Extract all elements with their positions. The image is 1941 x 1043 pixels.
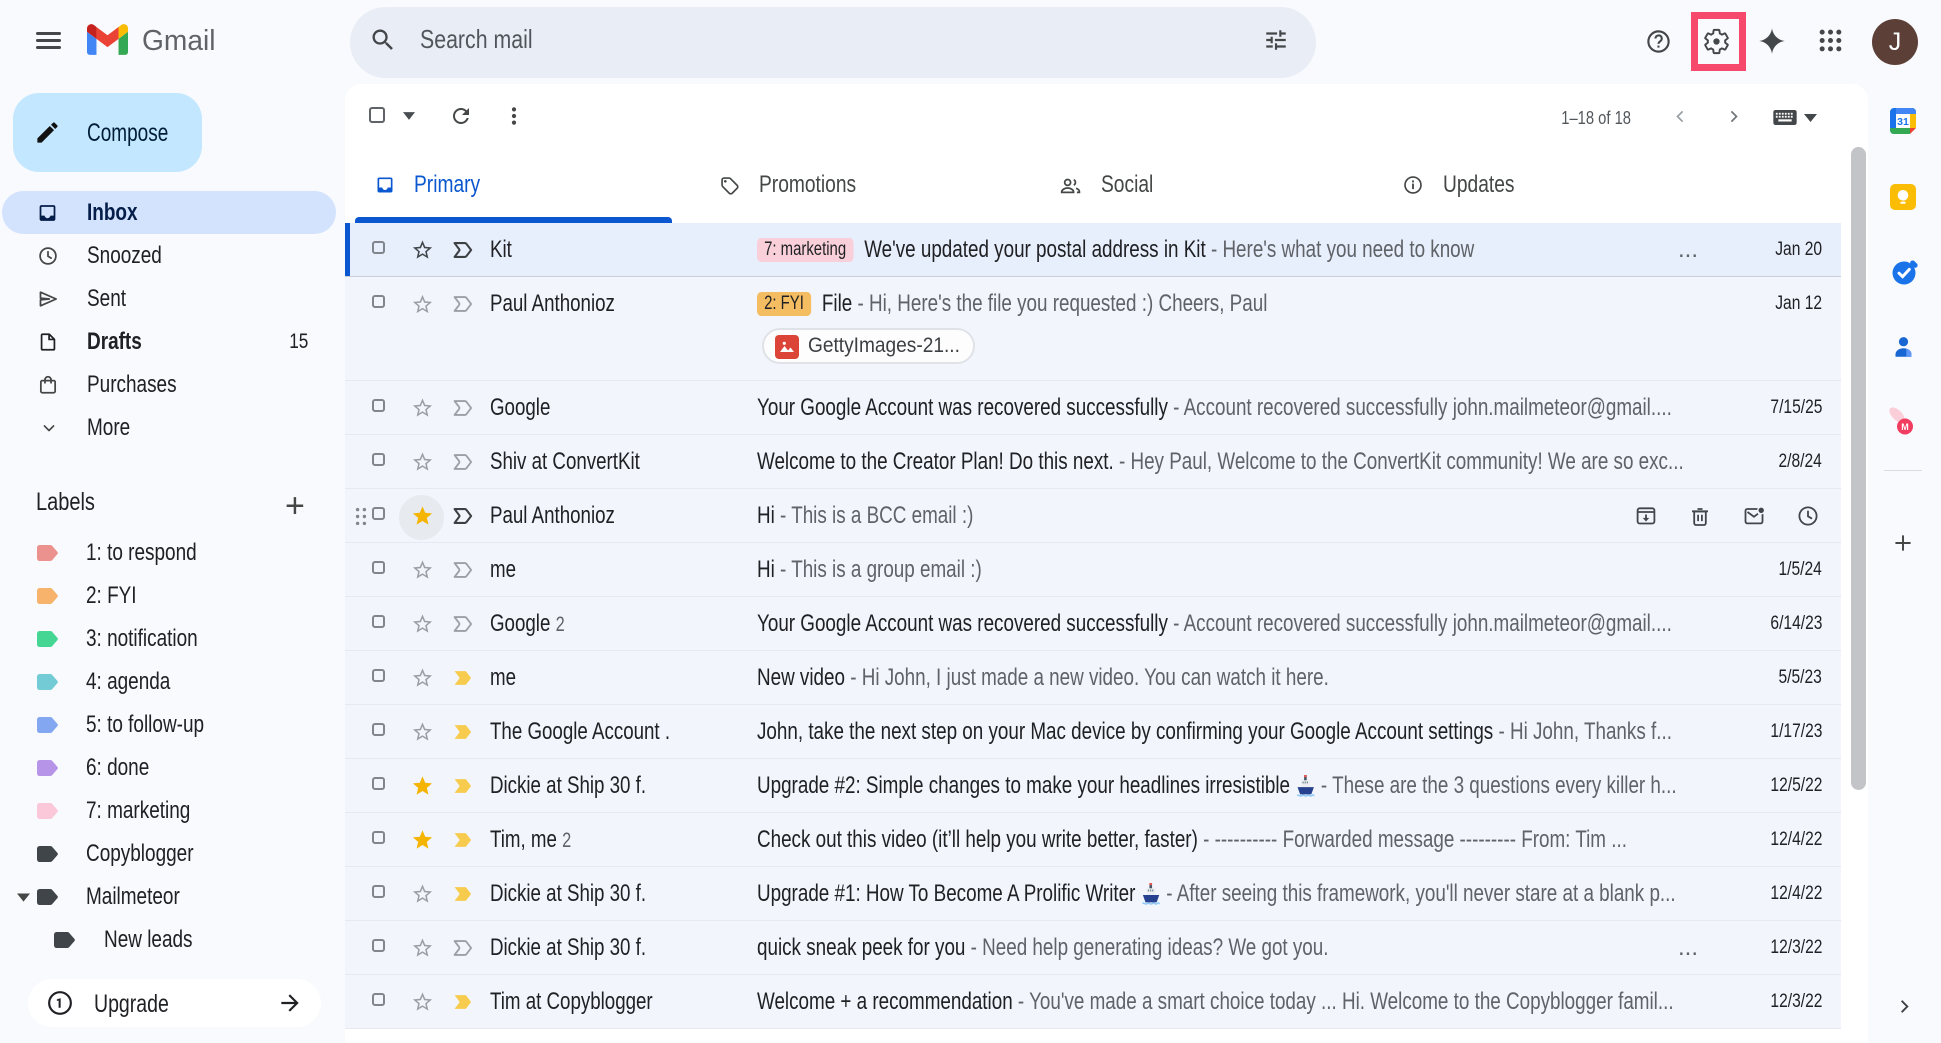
svg-text:M: M [1901,422,1909,432]
svg-text:31: 31 [1897,116,1909,128]
